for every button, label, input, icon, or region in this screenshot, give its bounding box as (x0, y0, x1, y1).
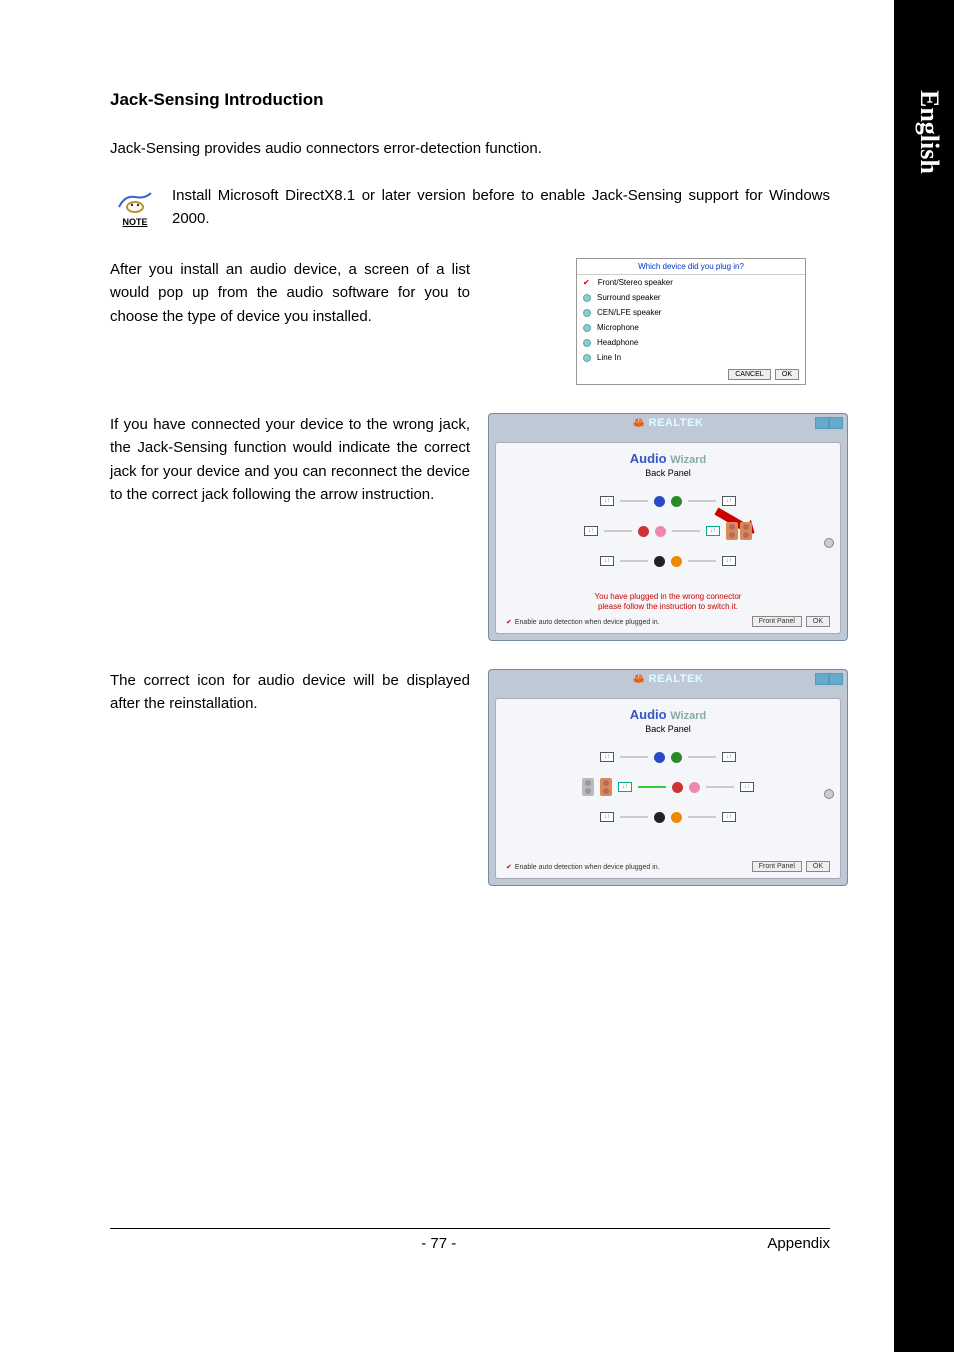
realtek-window-correct: 🦀REALTEK Audio Wizard Back Panel ↓↑ (488, 669, 848, 886)
auto-detect-checkbox[interactable]: Enable auto detection when device plugge… (506, 618, 660, 626)
plug-icon: ↓↑ (722, 812, 736, 822)
realtek-brand: 🦀REALTEK (489, 414, 847, 429)
ok-button[interactable]: OK (806, 861, 830, 872)
section-wrong-jack: If you have connected your device to the… (110, 413, 830, 641)
plug-icon: ↓↑ (584, 526, 598, 536)
option-surround[interactable]: Surround speaker (577, 290, 805, 305)
page-content: Jack-Sensing Introduction Jack-Sensing p… (110, 90, 830, 914)
plug-icon: ↓↑ (722, 752, 736, 762)
para-correct: The correct icon for audio device will b… (110, 669, 470, 716)
jack-rear (654, 556, 665, 567)
option-microphone[interactable]: Microphone (577, 320, 805, 335)
plug-correct: ↓↑ (618, 782, 632, 792)
plug-icon: ↓↑ (722, 556, 736, 566)
jack-panel: ↓↑ ↓↑ ↓↑ ↓↑ ↓↑ (548, 486, 788, 586)
audio-wizard-title: Audio Wizard (504, 707, 832, 722)
page-number: - 77 - (421, 1235, 456, 1252)
device-select-dialog: Which device did you plug in? Front/Ster… (576, 258, 806, 385)
intro-paragraph: Jack-Sensing provides audio connectors e… (110, 140, 830, 157)
ok-button[interactable]: OK (806, 616, 830, 627)
realtek-window-wrong: 🦀REALTEK Audio Wizard Back Panel ↓↑ (488, 413, 848, 641)
front-panel-button[interactable]: Front Panel (752, 616, 802, 627)
section-correct-jack: The correct icon for audio device will b… (110, 669, 830, 886)
para-wrong-jack: If you have connected your device to the… (110, 413, 470, 506)
figure-audio-wizard-correct: 🦀REALTEK Audio Wizard Back Panel ↓↑ (488, 669, 848, 886)
plug-icon: ↓↑ (722, 496, 736, 506)
note-label: NOTE (122, 217, 147, 227)
plug-icon: ↓↑ (740, 782, 754, 792)
speakers-muted-icon (582, 778, 594, 796)
note-block: NOTE Install Microsoft DirectX8.1 or lat… (110, 185, 830, 230)
audio-wizard-title: Audio Wizard (504, 451, 832, 466)
jack-linein (654, 496, 665, 507)
option-front-stereo[interactable]: Front/Stereo speaker (577, 275, 805, 290)
jack-side (689, 782, 700, 793)
option-linein[interactable]: Line In (577, 350, 805, 365)
jack-cen (671, 556, 682, 567)
plug-icon: ↓↑ (600, 496, 614, 506)
jack-front (671, 496, 682, 507)
dialog-title: Which device did you plug in? (577, 259, 805, 275)
close-button[interactable] (829, 417, 843, 429)
option-cen-lfe[interactable]: CEN/LFE speaker (577, 305, 805, 320)
correct-arrow (638, 786, 666, 788)
figure-device-dialog: Which device did you plug in? Front/Ster… (488, 258, 830, 385)
back-panel-label: Back Panel (504, 468, 832, 478)
page-heading: Jack-Sensing Introduction (110, 90, 830, 110)
jack-linein (654, 752, 665, 763)
jack-panel: ↓↑ ↓↑ ↓↑ ↓↑ (548, 742, 788, 842)
section-install: After you install an audio device, a scr… (110, 258, 830, 385)
plug-icon: ↓↑ (600, 812, 614, 822)
figure-audio-wizard-wrong: 🦀REALTEK Audio Wizard Back Panel ↓↑ (488, 413, 848, 641)
jack-cen (671, 812, 682, 823)
jack-rear (654, 812, 665, 823)
plug-icon: ↓↑ (600, 752, 614, 762)
page-footer: - 77 - Appendix (110, 1228, 830, 1252)
realtek-brand: 🦀REALTEK (489, 670, 847, 685)
jack-mic (638, 526, 649, 537)
para-install: After you install an audio device, a scr… (110, 258, 470, 328)
plug-icon: ↓↑ (600, 556, 614, 566)
back-panel-label: Back Panel (504, 724, 832, 734)
note-icon: NOTE (110, 185, 160, 227)
section-name: Appendix (767, 1235, 830, 1252)
option-headphone[interactable]: Headphone (577, 335, 805, 350)
minimize-button[interactable] (815, 673, 829, 685)
auto-detect-checkbox[interactable]: Enable auto detection when device plugge… (506, 863, 660, 871)
minimize-button[interactable] (815, 417, 829, 429)
jack-front (671, 752, 682, 763)
ok-button[interactable]: OK (775, 369, 799, 380)
note-text: Install Microsoft DirectX8.1 or later ve… (172, 185, 830, 230)
close-button[interactable] (829, 673, 843, 685)
volume-knob[interactable] (824, 538, 834, 548)
language-label: English (914, 90, 944, 174)
jack-mic (672, 782, 683, 793)
speakers-icon (600, 778, 612, 796)
plug-wrong: ↓↑ (706, 526, 720, 536)
volume-knob[interactable] (824, 789, 834, 799)
front-panel-button[interactable]: Front Panel (752, 861, 802, 872)
cancel-button[interactable]: CANCEL (728, 369, 770, 380)
language-tab-bar (894, 0, 954, 1352)
jack-side (655, 526, 666, 537)
warning-text: You have plugged in the wrong connectorp… (504, 592, 832, 611)
